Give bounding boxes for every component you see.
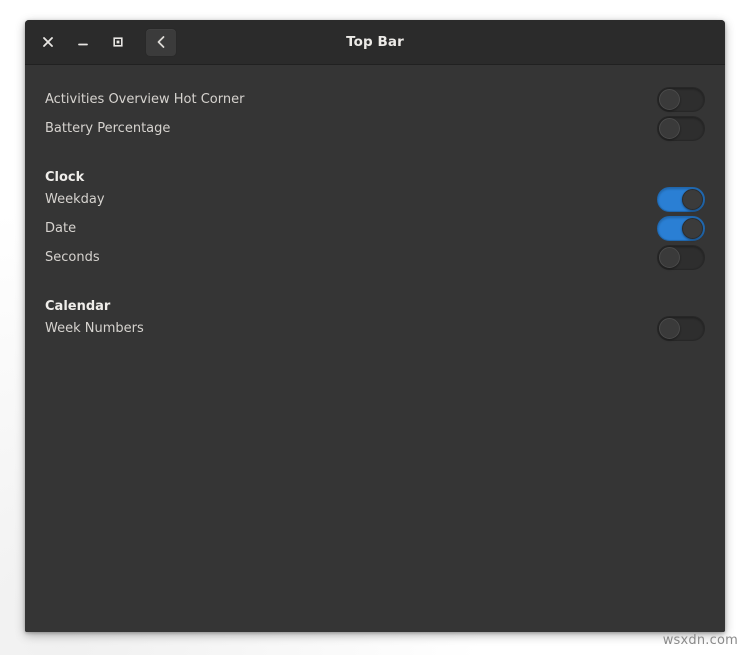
setting-row-week-numbers[interactable]: Week Numbers (25, 314, 725, 343)
setting-label: Battery Percentage (45, 121, 171, 136)
toggle-knob (659, 118, 680, 139)
preferences-content: Activities Overview Hot Corner Battery P… (25, 65, 725, 632)
toggle-date[interactable] (657, 216, 705, 241)
preferences-window: Top Bar Activities Overview Hot Corner B… (25, 20, 725, 632)
toggle-knob (659, 247, 680, 268)
toggle-weekday[interactable] (657, 187, 705, 212)
toggle-activities-overview-hot-corner[interactable] (657, 87, 705, 112)
toggle-knob (682, 189, 703, 210)
setting-label: Seconds (45, 250, 100, 265)
window-header-bar: Top Bar (25, 20, 725, 65)
close-icon (43, 37, 53, 47)
window-title-text: Top Bar (346, 34, 404, 50)
setting-row-battery-percentage[interactable]: Battery Percentage (25, 114, 725, 143)
back-button[interactable] (145, 27, 177, 57)
toggle-seconds[interactable] (657, 245, 705, 270)
setting-label: Activities Overview Hot Corner (45, 92, 245, 107)
setting-label: Date (45, 221, 77, 236)
maximize-window-button[interactable] (105, 29, 131, 55)
preferences-list: Activities Overview Hot Corner Battery P… (25, 85, 725, 343)
minimize-window-button[interactable] (70, 29, 96, 55)
setting-row-activities-overview-hot-corner[interactable]: Activities Overview Hot Corner (25, 85, 725, 114)
toggle-knob (659, 89, 680, 110)
section-title: Calendar (45, 299, 111, 314)
toggle-knob (659, 318, 680, 339)
setting-label: Week Numbers (45, 321, 144, 336)
toggle-week-numbers[interactable] (657, 316, 705, 341)
setting-label: Weekday (45, 192, 105, 207)
close-window-button[interactable] (35, 29, 61, 55)
maximize-icon (113, 37, 123, 47)
toggle-knob (682, 218, 703, 239)
toggle-battery-percentage[interactable] (657, 116, 705, 141)
setting-row-weekday[interactable]: Weekday (25, 185, 725, 214)
minimize-icon (78, 43, 88, 46)
section-title: Clock (45, 170, 85, 185)
section-header-calendar: Calendar (25, 286, 725, 314)
chevron-left-icon (157, 36, 165, 48)
section-header-clock: Clock (25, 157, 725, 185)
setting-row-seconds[interactable]: Seconds (25, 243, 725, 272)
watermark: wsxdn.com (662, 633, 738, 648)
setting-row-date[interactable]: Date (25, 214, 725, 243)
